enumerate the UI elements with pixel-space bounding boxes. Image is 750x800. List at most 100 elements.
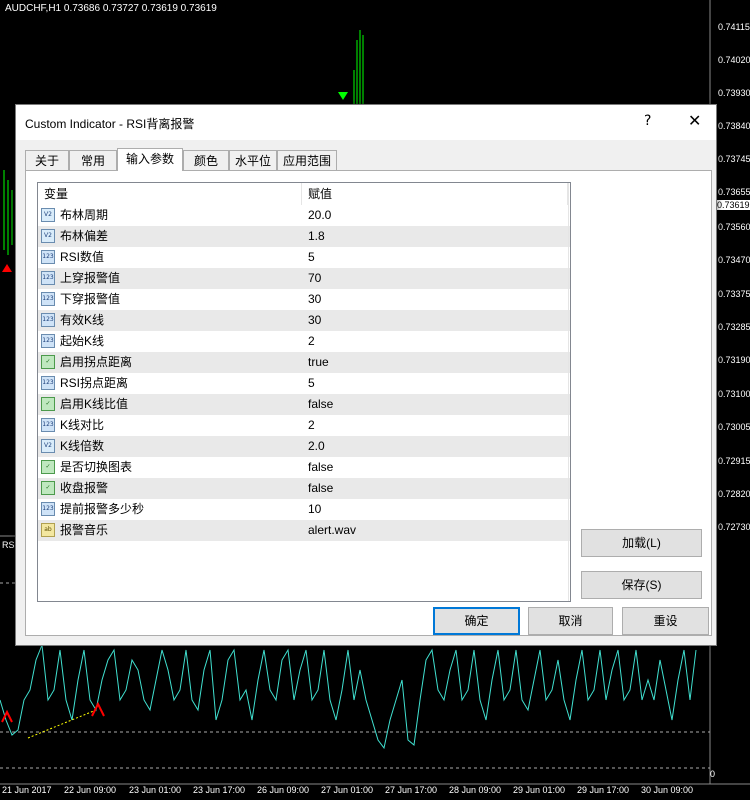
ok-button[interactable]: 确定 [433, 607, 520, 635]
price-label: 0.73745 [718, 154, 750, 164]
tab-about[interactable]: 关于 [25, 150, 69, 170]
param-row[interactable]: 123 有效K线 30 [38, 310, 570, 331]
price-label: 0.73560 [718, 222, 750, 232]
time-label: 22 Jun 09:00 [64, 785, 117, 795]
price-label: 0.72820 [718, 489, 750, 499]
price-label: 0.73930 [718, 88, 750, 98]
rsi-label: RS [2, 540, 15, 550]
param-value[interactable]: false [308, 478, 333, 499]
param-value[interactable]: alert.wav [308, 520, 356, 541]
param-value[interactable]: 10 [308, 499, 321, 520]
param-value[interactable]: false [308, 394, 333, 415]
time-label: 21 Jun 2017 [2, 785, 52, 795]
param-name: 布林周期 [60, 208, 109, 222]
param-row[interactable]: 123 上穿报警值 70 [38, 268, 570, 289]
param-value[interactable]: 2 [308, 415, 315, 436]
dialog-title: Custom Indicator - RSI背离报警 [25, 117, 195, 131]
param-name: 提前报警多少秒 [60, 502, 145, 516]
param-name: 收盘报警 [60, 481, 109, 495]
param-row[interactable]: 123 RSI拐点距离 5 [38, 373, 570, 394]
param-row[interactable]: V2 布林偏差 1.8 [38, 226, 570, 247]
time-label: 29 Jun 17:00 [577, 785, 630, 795]
time-label: 23 Jun 01:00 [129, 785, 182, 795]
param-row[interactable]: V2 K线倍数 2.0 [38, 436, 570, 457]
inputs-grid: 变量 赋值 V2 布林周期 20.0 V2 布林偏差 1.8 123 RSI数值 5 123 上穿报… [37, 182, 571, 602]
int-type-icon: 123 [41, 418, 55, 432]
time-label: 30 Jun 09:00 [641, 785, 694, 795]
param-name: 报警音乐 [60, 523, 109, 537]
param-name: 是否切换图表 [60, 460, 133, 474]
grid-header: 变量 赋值 [38, 183, 570, 205]
tab-inputs[interactable]: 输入参数 [117, 148, 183, 171]
param-value[interactable]: 5 [308, 247, 315, 268]
save-button[interactable]: 保存(S) [581, 571, 702, 599]
inputs-panel: 变量 赋值 V2 布林周期 20.0 V2 布林偏差 1.8 123 RSI数值 5 123 上穿报… [25, 170, 712, 636]
param-row[interactable]: V2 布林周期 20.0 [38, 205, 570, 226]
param-value[interactable]: 5 [308, 373, 315, 394]
param-value[interactable]: 70 [308, 268, 321, 289]
time-label: 27 Jun 01:00 [321, 785, 374, 795]
param-name: 布林偏差 [60, 229, 109, 243]
price-label: 0.73470 [718, 255, 750, 265]
bool-type-icon: ✓ [41, 355, 55, 369]
param-row[interactable]: ab 报警音乐 alert.wav [38, 520, 570, 541]
price-label: 0.73100 [718, 389, 750, 399]
rsi-line [0, 644, 697, 750]
dialog-titlebar[interactable]: Custom Indicator - RSI背离报警 ? ✕ [16, 105, 716, 140]
tab-levels[interactable]: 水平位 [229, 150, 277, 170]
cancel-button[interactable]: 取消 [528, 607, 613, 635]
param-name: RSI拐点距离 [60, 376, 129, 390]
param-row[interactable]: 123 K线对比 2 [38, 415, 570, 436]
tab-visualization[interactable]: 应用范围 [277, 150, 337, 170]
param-name: 上穿报警值 [60, 271, 121, 285]
param-name: 下穿报警值 [60, 292, 121, 306]
param-row[interactable]: ✓ 启用拐点距离 true [38, 352, 570, 373]
param-name: 启用K线比值 [60, 397, 129, 411]
int-type-icon: 123 [41, 271, 55, 285]
param-value[interactable]: 30 [308, 289, 321, 310]
param-value[interactable]: true [308, 352, 329, 373]
time-label: 29 Jun 01:00 [513, 785, 566, 795]
param-name: 启用拐点距离 [60, 355, 133, 369]
param-value[interactable]: 20.0 [308, 205, 331, 226]
dbl-type-icon: V2 [41, 439, 55, 453]
param-row[interactable]: 123 RSI数值 5 [38, 247, 570, 268]
param-value[interactable]: 2 [308, 331, 315, 352]
param-row[interactable]: 123 起始K线 2 [38, 331, 570, 352]
param-value[interactable]: 1.8 [308, 226, 325, 247]
price-label: 0.74020 [718, 55, 750, 65]
param-row[interactable]: 123 下穿报警值 30 [38, 289, 570, 310]
param-value[interactable]: 2.0 [308, 436, 325, 457]
grid-edge [568, 183, 570, 601]
close-button[interactable]: ✕ [688, 111, 701, 130]
param-row[interactable]: 123 提前报警多少秒 10 [38, 499, 570, 520]
time-label: 23 Jun 17:00 [193, 785, 246, 795]
dbl-type-icon: V2 [41, 208, 55, 222]
price-label: 0.73005 [718, 422, 750, 432]
int-type-icon: 123 [41, 292, 55, 306]
help-button[interactable]: ? [644, 113, 651, 129]
param-value[interactable]: 30 [308, 310, 321, 331]
tab-colors[interactable]: 颜色 [183, 150, 229, 170]
param-name: K线对比 [60, 418, 105, 432]
param-name: 起始K线 [60, 334, 105, 348]
rsi-zero-label: 0 [710, 769, 716, 779]
param-row[interactable]: ✓ 收盘报警 false [38, 478, 570, 499]
custom-indicator-dialog: Custom Indicator - RSI背离报警 ? ✕ 关于 常用 输入参… [15, 104, 717, 646]
price-label: 0.72915 [718, 456, 750, 466]
price-label: 0.73375 [718, 289, 750, 299]
param-row[interactable]: ✓ 启用K线比值 false [38, 394, 570, 415]
param-row[interactable]: ✓ 是否切换图表 false [38, 457, 570, 478]
arrow-up-icon [2, 264, 12, 272]
time-axis: 21 Jun 2017 22 Jun 09:00 23 Jun 01:00 23… [0, 784, 750, 800]
load-button[interactable]: 加载(L) [581, 529, 702, 557]
header-value[interactable]: 赋值 [302, 183, 568, 205]
param-value[interactable]: false [308, 457, 333, 478]
chart-title: AUDCHF,H1 0.73686 0.73727 0.73619 0.7361… [5, 3, 217, 14]
param-name: K线倍数 [60, 439, 105, 453]
header-variable[interactable]: 变量 [38, 183, 302, 205]
str-type-icon: ab [41, 523, 55, 537]
time-label: 26 Jun 09:00 [257, 785, 310, 795]
tab-common[interactable]: 常用 [69, 150, 117, 170]
reset-button[interactable]: 重设 [622, 607, 709, 635]
